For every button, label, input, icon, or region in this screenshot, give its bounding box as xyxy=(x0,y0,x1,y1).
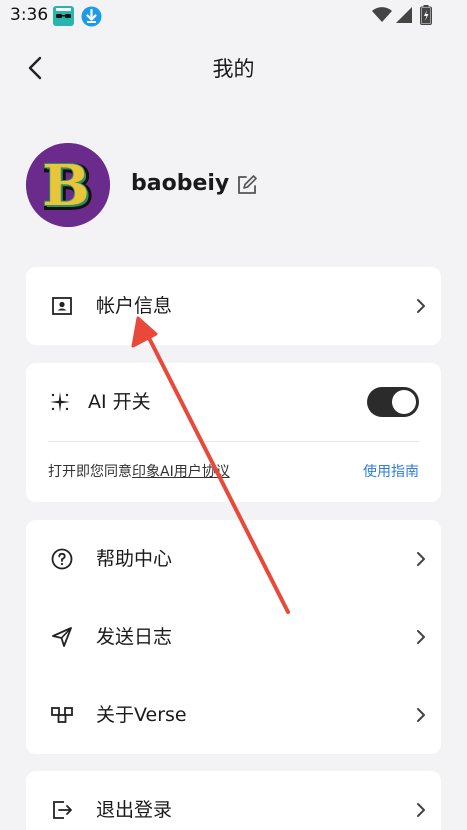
avatar[interactable]: B B xyxy=(26,143,110,227)
divider xyxy=(48,441,419,442)
agreement-text: 打开即您同意印象AI用户协议 xyxy=(48,463,230,481)
chevron-right-icon xyxy=(417,299,425,313)
chevron-right-icon xyxy=(417,552,425,566)
logout-icon xyxy=(53,801,72,819)
menu-item-label: 关于Verse xyxy=(96,704,187,726)
ai-toggle[interactable] xyxy=(367,387,419,417)
avatar-letter: B xyxy=(42,153,89,219)
avatar-image: B B xyxy=(26,143,110,227)
my-page: 3:36 我的 B B baobeiy 帐户信息 AI 开关 打开即您同意印象A… xyxy=(0,0,467,830)
menu-item-help[interactable]: 帮助中心 xyxy=(26,520,441,598)
app-notification-icon xyxy=(53,6,74,26)
battery-icon xyxy=(420,5,432,25)
chevron-right-icon xyxy=(417,630,425,644)
contact-card-icon xyxy=(52,297,72,315)
menu-item-send-log[interactable]: 发送日志 xyxy=(26,598,441,676)
status-bar: 3:36 xyxy=(0,0,467,32)
sparkle-icon xyxy=(50,392,70,412)
menu-card: 帮助中心 发送日志 关于Verse xyxy=(26,520,441,754)
verse-logo-icon xyxy=(51,707,73,723)
username: baobeiy xyxy=(131,171,230,196)
ai-switch-card: AI 开关 打开即您同意印象AI用户协议 使用指南 xyxy=(26,363,441,502)
logout-label: 退出登录 xyxy=(96,799,173,821)
menu-item-label: 帮助中心 xyxy=(96,548,173,570)
wifi-icon xyxy=(372,7,392,22)
ai-switch-label: AI 开关 xyxy=(88,391,151,413)
toggle-knob xyxy=(392,390,416,414)
ai-switch-row: AI 开关 xyxy=(26,363,441,441)
account-info-label: 帐户信息 xyxy=(96,295,173,317)
chevron-right-icon xyxy=(417,803,425,817)
status-time: 3:36 xyxy=(10,5,49,25)
user-agreement-link[interactable]: 印象AI用户协议 xyxy=(132,464,230,480)
menu-item-label: 发送日志 xyxy=(96,626,173,648)
page-title: 我的 xyxy=(212,57,255,81)
menu-item-about[interactable]: 关于Verse xyxy=(26,676,441,754)
usage-guide-link[interactable]: 使用指南 xyxy=(363,463,419,481)
agreement-prefix: 打开即您同意 xyxy=(48,464,132,480)
signal-icon xyxy=(396,7,412,23)
logout-card[interactable]: 退出登录 xyxy=(26,771,441,830)
help-circle-icon xyxy=(51,548,73,570)
download-icon xyxy=(81,6,102,27)
edit-icon[interactable] xyxy=(236,174,258,196)
account-info-card[interactable]: 帐户信息 xyxy=(26,267,441,345)
send-icon xyxy=(52,627,72,647)
chevron-right-icon xyxy=(417,708,425,722)
